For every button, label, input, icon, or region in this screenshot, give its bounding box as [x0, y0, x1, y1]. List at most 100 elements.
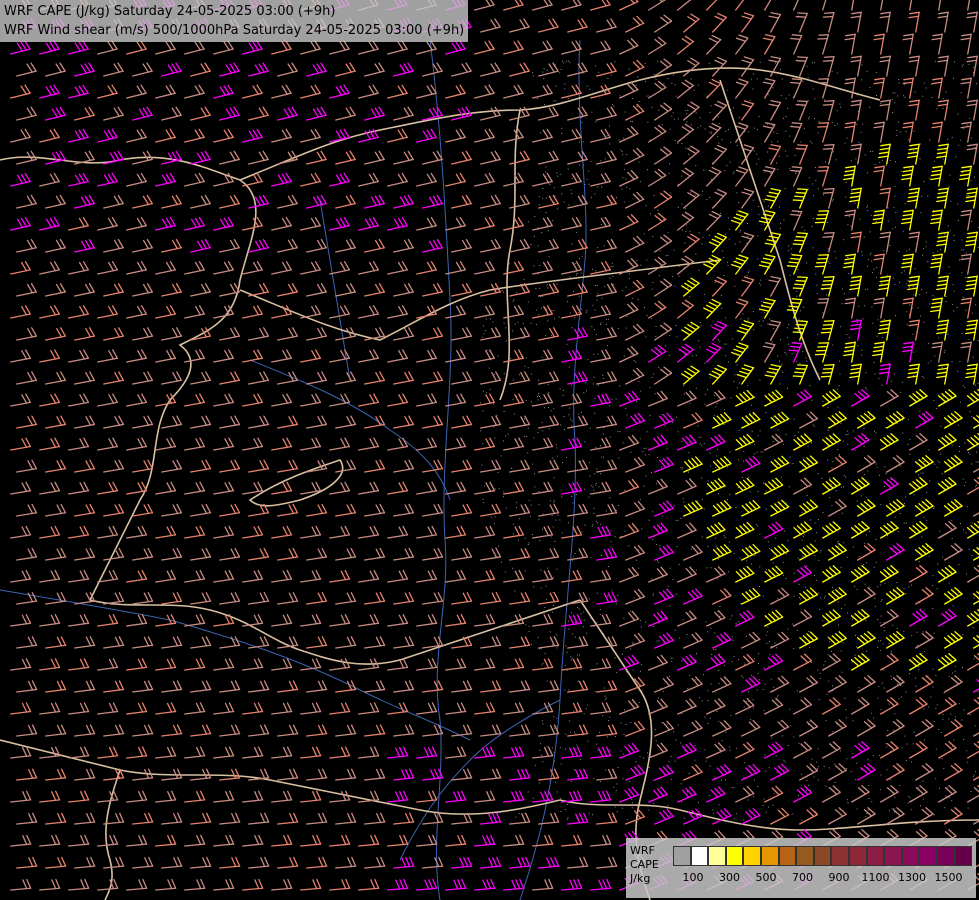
stipple-dot	[628, 396, 629, 397]
stipple-dot	[794, 573, 795, 574]
stipple-dot	[894, 808, 895, 809]
stipple-dot	[739, 241, 740, 242]
stipple-dot	[963, 249, 964, 250]
stipple-dot	[646, 476, 647, 477]
stipple-dot	[898, 251, 899, 252]
stipple-dot	[676, 520, 677, 521]
stipple-dot	[937, 251, 938, 252]
stipple-dot	[547, 746, 548, 747]
stipple-dot	[560, 798, 561, 799]
stipple-dot	[612, 104, 613, 105]
stipple-dot	[678, 520, 679, 521]
stipple-dot	[768, 541, 769, 542]
stipple-dot	[929, 304, 930, 305]
stipple-dot	[640, 671, 641, 672]
stipple-dot	[689, 147, 690, 148]
stipple-dot	[928, 675, 929, 676]
stipple-dot	[961, 272, 962, 273]
stipple-dot	[940, 426, 941, 427]
stipple-dot	[845, 709, 846, 710]
stipple-dot	[801, 774, 802, 775]
stipple-dot	[616, 790, 617, 791]
stipple-dot	[504, 373, 505, 374]
stipple-dot	[681, 801, 682, 802]
stipple-dot	[859, 556, 860, 557]
stipple-dot	[646, 259, 647, 260]
stipple-dot	[764, 710, 765, 711]
stipple-dot	[892, 112, 893, 113]
stipple-dot	[784, 760, 785, 761]
stipple-dot	[945, 350, 946, 351]
stipple-dot	[977, 691, 978, 692]
stipple-dot	[879, 162, 880, 163]
stipple-dot	[623, 442, 624, 443]
stipple-dot	[684, 818, 685, 819]
stipple-dot	[570, 732, 571, 733]
stipple-dot	[595, 447, 596, 448]
stipple-dot	[571, 612, 572, 613]
stipple-dot	[514, 591, 515, 592]
stipple-dot	[796, 361, 797, 362]
stipple-dot	[571, 426, 572, 427]
stipple-dot	[701, 445, 702, 446]
stipple-dot	[919, 294, 920, 295]
stipple-dot	[774, 793, 775, 794]
stipple-dot	[611, 590, 612, 591]
stipple-dot	[703, 674, 704, 675]
stipple-dot	[880, 775, 881, 776]
stipple-dot	[738, 202, 739, 203]
stipple-dot	[758, 491, 759, 492]
stipple-dot	[946, 301, 947, 302]
stipple-dot	[897, 96, 898, 97]
stipple-dot	[524, 366, 525, 367]
stipple-dot	[806, 262, 807, 263]
stipple-dot	[652, 236, 653, 237]
stipple-dot	[494, 374, 495, 375]
stipple-dot	[879, 475, 880, 476]
stipple-dot	[778, 695, 779, 696]
stipple-dot	[921, 537, 922, 538]
stipple-dot	[689, 296, 690, 297]
stipple-dot	[909, 305, 910, 306]
stipple-dot	[538, 395, 539, 396]
stipple-dot	[960, 140, 961, 141]
stipple-dot	[748, 318, 749, 319]
stipple-dot	[773, 132, 774, 133]
stipple-dot	[966, 252, 967, 253]
stipple-dot	[808, 631, 809, 632]
stipple-dot	[970, 714, 971, 715]
stipple-dot	[595, 66, 596, 67]
stipple-dot	[924, 739, 925, 740]
stipple-dot	[942, 367, 943, 368]
stipple-dot	[552, 748, 553, 749]
stipple-dot	[516, 292, 517, 293]
stipple-dot	[677, 546, 678, 547]
stipple-dot	[934, 464, 935, 465]
stipple-dot	[764, 668, 765, 669]
stipple-dot	[847, 613, 848, 614]
stipple-dot	[887, 730, 888, 731]
stipple-dot	[691, 124, 692, 125]
stipple-dot	[894, 196, 895, 197]
stipple-dot	[776, 700, 777, 701]
stipple-dot	[910, 439, 911, 440]
stipple-dot	[753, 74, 754, 75]
stipple-dot	[734, 374, 735, 375]
stipple-dot	[505, 572, 506, 573]
stipple-dot	[616, 603, 617, 604]
stipple-dot	[857, 322, 858, 323]
stipple-dot	[798, 432, 799, 433]
stipple-dot	[615, 536, 616, 537]
stipple-dot	[523, 323, 524, 324]
stipple-dot	[871, 713, 872, 714]
stipple-dot	[613, 106, 614, 107]
stipple-dot	[709, 63, 710, 64]
stipple-dot	[877, 698, 878, 699]
stipple-dot	[561, 69, 562, 70]
stipple-dot	[562, 462, 563, 463]
stipple-dot	[541, 308, 542, 309]
stipple-dot	[483, 499, 484, 500]
stipple-dot	[893, 207, 894, 208]
stipple-dot	[553, 526, 554, 527]
stipple-dot	[887, 535, 888, 536]
